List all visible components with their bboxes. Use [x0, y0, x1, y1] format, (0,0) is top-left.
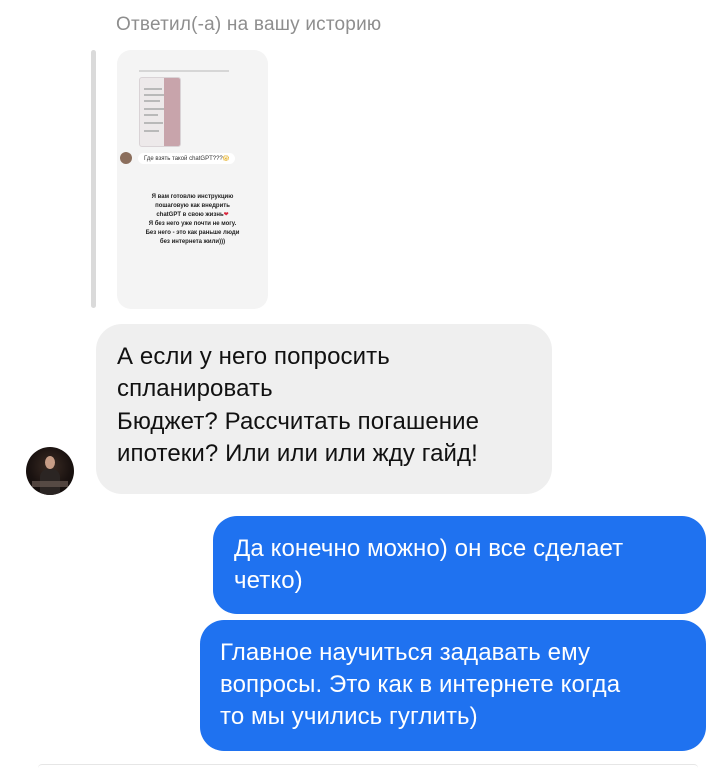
answer-line: без интернета жили)))	[159, 239, 226, 245]
quote-bar	[91, 50, 96, 308]
message-line: спланировать	[117, 375, 273, 402]
answer-line: Я без него уже почти не могу.	[148, 221, 237, 227]
message-line: Да конечно можно) он все сделает	[234, 535, 624, 562]
reply-context-label: Ответил(-а) на вашу историю	[116, 14, 382, 35]
composer-edge	[38, 764, 698, 768]
question-avatar	[120, 152, 132, 164]
story-question: Где взять такой chatGPT???😱	[120, 152, 236, 164]
message-line: то мы учились гуглить)	[220, 703, 478, 730]
story-preview[interactable]: Где взять такой chatGPT???😱 Я вам готовл…	[117, 50, 268, 309]
message-paragraph: Бюджет? Рассчитать погашение ипотеки? Ил…	[117, 406, 530, 470]
answer-line: пошаговую как внедрить	[155, 203, 230, 209]
story-header-line	[139, 70, 229, 72]
message-line: вопросы. Это как в интернете когда	[220, 671, 621, 698]
message-line: четко)	[234, 567, 303, 594]
message-line: Бюджет? Рассчитать погашение	[117, 408, 480, 435]
heart-icon: ❤	[223, 212, 229, 218]
story-thumbnail	[139, 77, 181, 147]
story-answer: Я вам готовлю инструкцию пошаговую как в…	[125, 193, 260, 247]
message-line: Главное научиться задавать ему	[220, 639, 591, 666]
outgoing-message-bubble[interactable]: Главное научиться задавать ему вопросы. …	[200, 620, 706, 751]
message-line: А если у него попросить	[117, 343, 390, 370]
message-line: ипотеки? Или или или жду гайд!	[117, 440, 478, 467]
answer-line: chatGPT в свою жизнь❤	[156, 212, 229, 218]
answer-line: Без него - это как раньше люди	[145, 230, 240, 236]
question-pill: Где взять такой chatGPT???😱	[138, 152, 236, 164]
scream-emoji-icon: 😱	[222, 155, 230, 162]
message-paragraph: А если у него попросить спланировать	[117, 341, 530, 405]
question-text: Где взять такой chatGPT???	[144, 155, 223, 162]
answer-line: Я вам готовлю инструкцию	[151, 194, 234, 200]
outgoing-message-bubble[interactable]: Да конечно можно) он все сделает четко)	[213, 516, 706, 614]
sender-avatar[interactable]	[26, 447, 74, 495]
incoming-message-bubble[interactable]: А если у него попросить спланировать Бюд…	[96, 324, 552, 494]
